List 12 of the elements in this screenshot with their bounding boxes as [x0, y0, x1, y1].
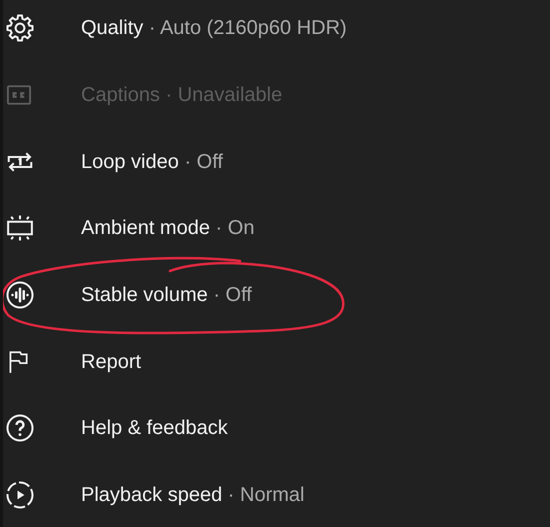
- menu-item[interactable]: Help & feedback: [3, 395, 550, 462]
- settings-icon: [5, 13, 35, 44]
- ambient-screen-icon: [5, 213, 35, 244]
- menu-item[interactable]: Stable volume · Off: [3, 262, 550, 328]
- menu-item[interactable]: Quality · Auto (2160p60 HDR): [3, 0, 550, 62]
- help-icon: [5, 413, 35, 444]
- volume-wave-icon: [5, 280, 35, 310]
- menu-item[interactable]: Ambient mode · On: [3, 195, 550, 262]
- menu-item[interactable]: Playback speed · Normal: [3, 462, 550, 527]
- menu-item[interactable]: Loop video · Off: [3, 128, 550, 196]
- menu-item[interactable]: Report: [3, 328, 550, 396]
- playback-speed-icon: [5, 480, 35, 510]
